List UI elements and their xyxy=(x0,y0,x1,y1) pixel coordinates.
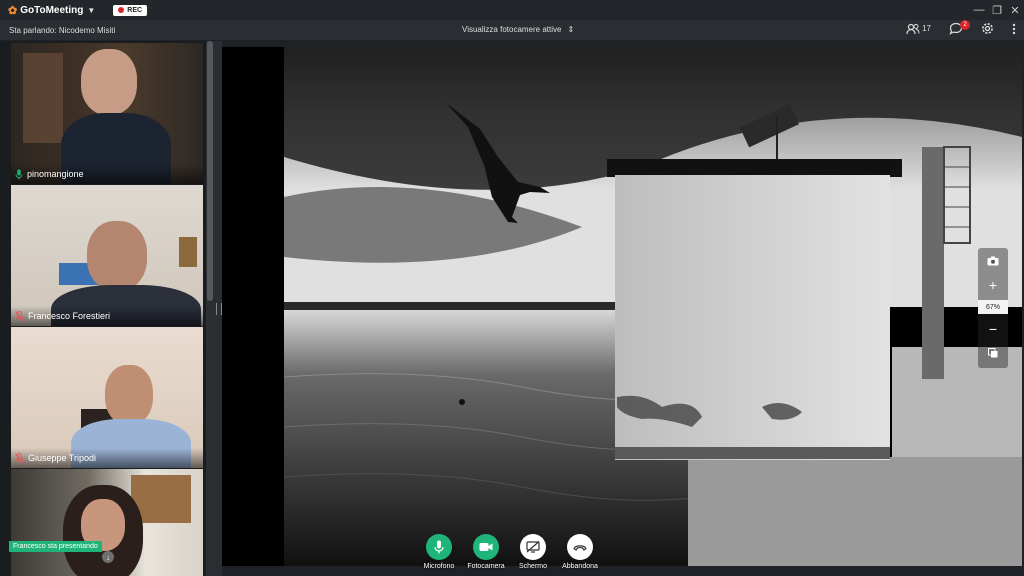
mic-muted-icon xyxy=(15,310,24,322)
participant-face xyxy=(105,365,153,425)
title-bar: ✿ GoToMeeting ▼ REC — ❐ ✕ xyxy=(0,0,1024,20)
zoom-level: 67% xyxy=(978,300,1008,314)
video-camera-icon xyxy=(479,543,493,551)
minus-icon: − xyxy=(988,321,998,337)
camera-view-label: Visualizza fotocamere attive xyxy=(462,25,562,34)
shared-screen[interactable] xyxy=(222,47,1022,566)
app-menu[interactable]: ✿ GoToMeeting ▼ xyxy=(8,4,95,17)
presenting-badge: Francesco sta presentando xyxy=(9,541,102,552)
gotomeeting-logo-icon: ✿ xyxy=(8,4,18,17)
restore-icon[interactable]: ❐ xyxy=(988,4,1006,17)
chat-unread-badge: 2 xyxy=(960,20,970,30)
plus-icon: + xyxy=(988,277,998,293)
zoom-in-button[interactable]: + xyxy=(978,276,1008,294)
participant-name-tag: pinomangione xyxy=(11,164,203,184)
participant-video-list: pinomangione Francesco Forestieri Giusep… xyxy=(0,41,214,576)
download-icon[interactable]: ↓ xyxy=(102,551,114,563)
info-bar: Sta parlando: Nicodemo Misiti Visualizza… xyxy=(0,20,1024,40)
camera-button[interactable] xyxy=(473,534,499,560)
scrollbar-thumb[interactable] xyxy=(207,41,213,301)
leave-label: Abbandona xyxy=(562,563,598,570)
up-down-chevron-icon: ⇕ xyxy=(567,25,575,34)
participants-button[interactable]: 17 xyxy=(906,23,931,35)
leave-button[interactable] xyxy=(567,534,593,560)
participant-name-tag: Giuseppe Tripodi xyxy=(11,448,203,468)
mic-on-icon xyxy=(15,169,23,179)
zoom-controls: + 67% − xyxy=(978,248,1008,368)
people-icon xyxy=(906,23,920,34)
hang-up-icon xyxy=(573,545,587,551)
screen-button[interactable] xyxy=(520,534,546,560)
recording-badge: REC xyxy=(113,4,148,16)
close-icon[interactable]: ✕ xyxy=(1006,4,1024,17)
wall-frame xyxy=(179,237,197,267)
sidebar-scrollbar[interactable] xyxy=(206,41,214,576)
participant-tile[interactable]: pinomangione xyxy=(11,43,203,184)
snapshot-button[interactable] xyxy=(978,252,1008,270)
bookshelf xyxy=(23,53,63,143)
chat-button[interactable]: 2 xyxy=(949,20,970,35)
active-speaker-label: Sta parlando: Nicodemo Misiti xyxy=(9,25,116,35)
more-options-button[interactable] xyxy=(1012,23,1016,35)
zoom-out-button[interactable]: − xyxy=(978,320,1008,338)
panel-splitter[interactable] xyxy=(214,41,222,576)
leave-control[interactable]: Abbandona xyxy=(550,534,610,570)
mic-button[interactable] xyxy=(426,534,452,560)
participant-name: pinomangione xyxy=(27,169,84,179)
fit-screen-button[interactable] xyxy=(978,344,1008,362)
minimize-icon[interactable]: — xyxy=(970,4,988,16)
camera-view-selector[interactable]: Visualizza fotocamere attive ⇕ xyxy=(462,25,574,34)
record-dot-icon xyxy=(118,7,125,13)
window-controls: — ❐ ✕ xyxy=(970,4,1024,17)
participant-face xyxy=(87,221,147,291)
microphone-icon xyxy=(434,540,444,554)
rec-label: REC xyxy=(127,6,143,14)
participant-name: Giuseppe Tripodi xyxy=(28,453,97,463)
more-vertical-icon xyxy=(1012,23,1016,34)
bottom-strip xyxy=(222,566,1024,576)
settings-button[interactable] xyxy=(981,22,994,35)
chevron-down-icon: ▼ xyxy=(87,5,96,15)
gear-icon xyxy=(982,23,993,34)
participant-tile[interactable]: Francesco Forestieri xyxy=(11,185,203,326)
participants-count: 17 xyxy=(922,24,931,33)
app-name: GoToMeeting xyxy=(20,4,84,16)
participant-tile[interactable]: Giuseppe Tripodi xyxy=(11,327,203,468)
participant-name-tag: Francesco Forestieri xyxy=(11,306,203,326)
mic-muted-icon xyxy=(15,452,24,464)
screen-share-off-icon xyxy=(526,541,540,553)
copy-icon xyxy=(988,348,998,358)
camera-icon xyxy=(987,256,999,266)
shared-photo xyxy=(222,47,1022,566)
participant-face xyxy=(81,49,137,115)
participant-name: Francesco Forestieri xyxy=(28,311,111,321)
